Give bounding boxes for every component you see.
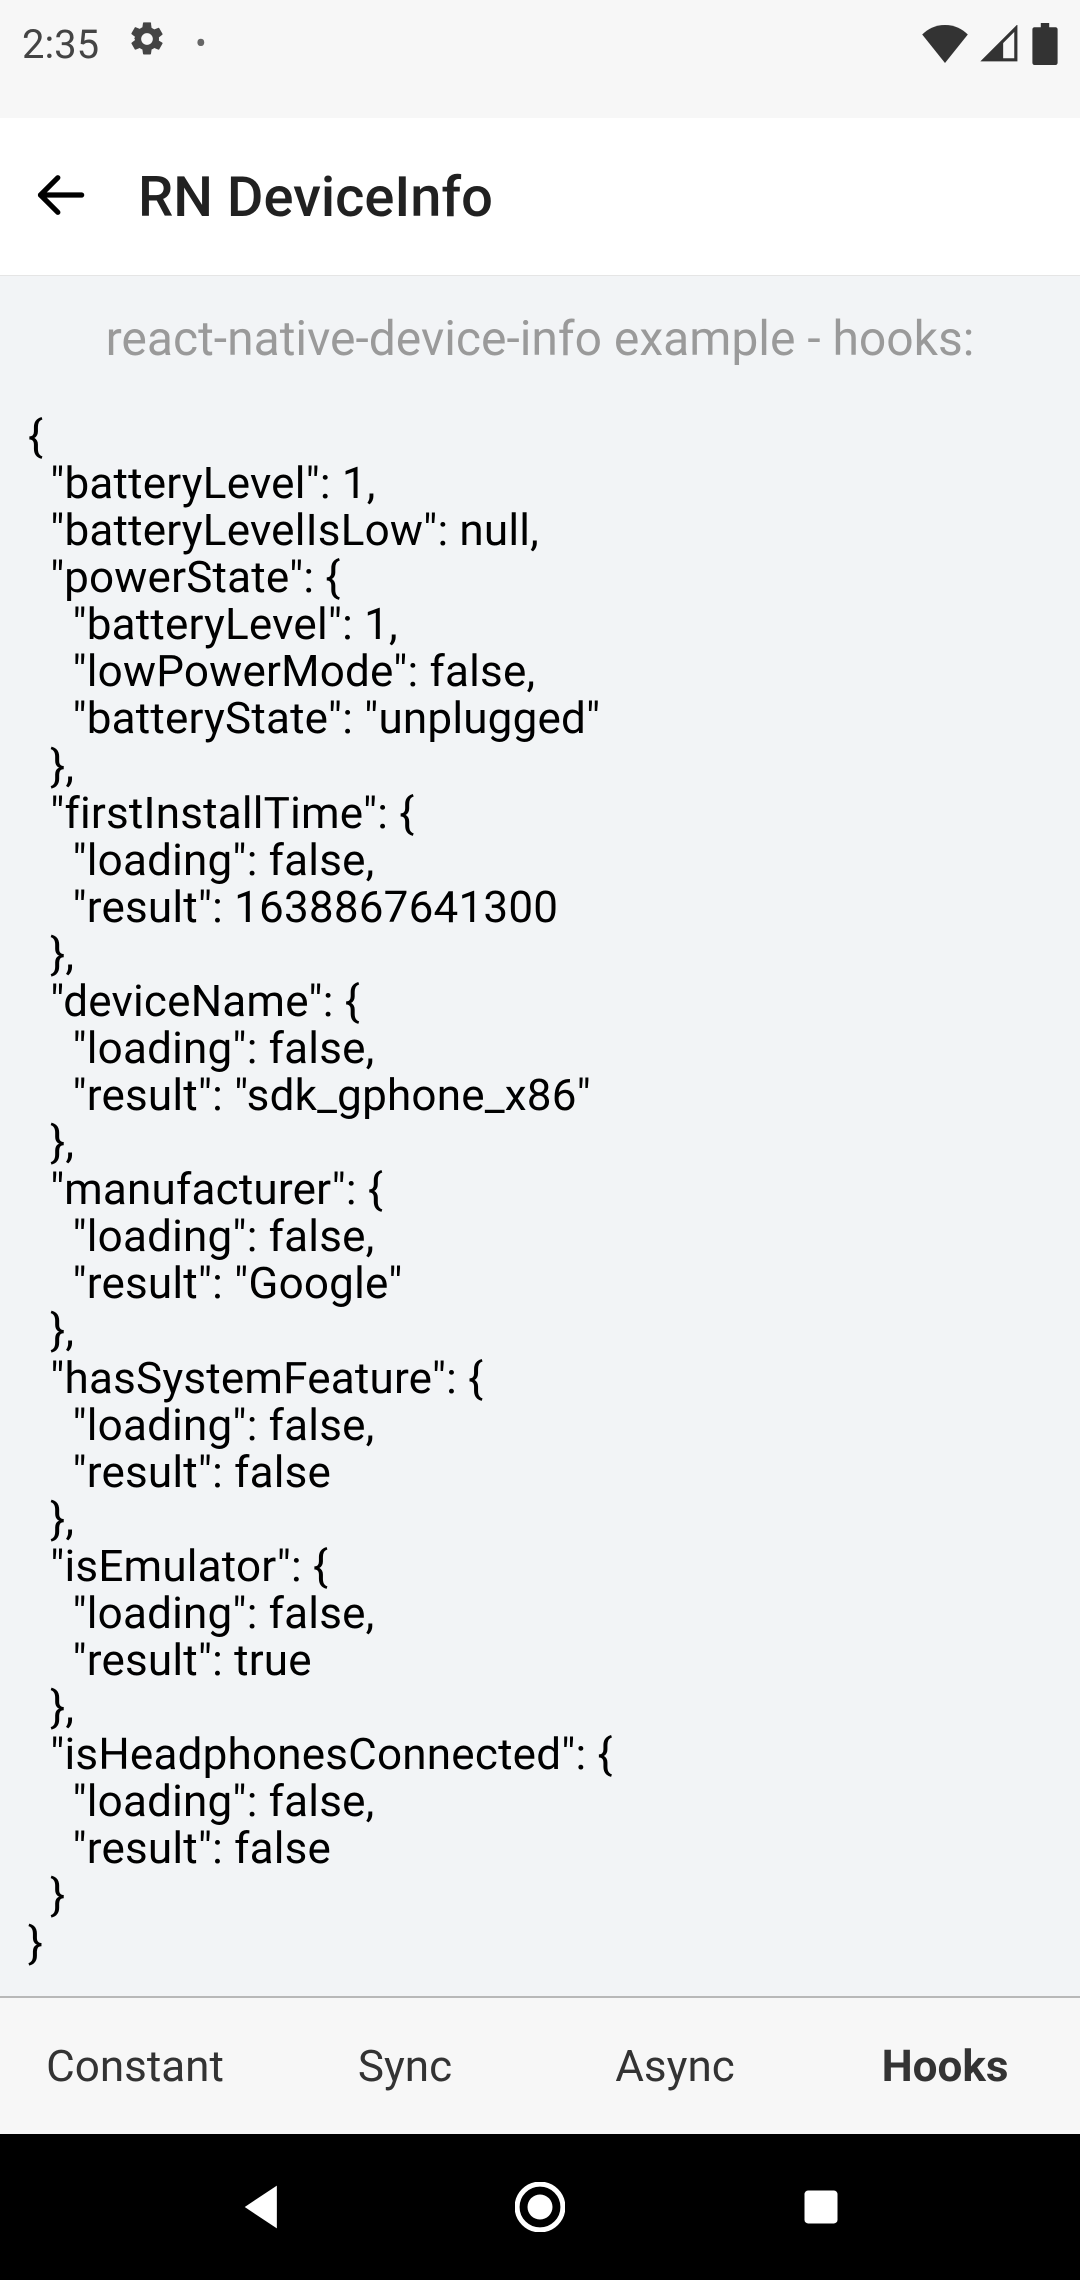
app-title: RN DeviceInfo — [138, 164, 493, 230]
dot-icon: • — [195, 27, 206, 61]
tab-label: Sync — [358, 2040, 452, 2092]
tab-label: Hooks — [882, 2040, 1009, 2092]
nav-recent-button[interactable] — [799, 2185, 843, 2229]
status-bar: 2:35 • — [0, 0, 1080, 118]
status-left: 2:35 • — [22, 19, 207, 69]
nav-back-button[interactable] — [237, 2182, 281, 2232]
gear-icon — [127, 19, 167, 69]
tab-constant[interactable]: Constant — [0, 1998, 270, 2134]
tab-sync[interactable]: Sync — [270, 1998, 540, 2134]
device-info-json: { "batteryLevel": 1, "batteryLevelIsLow"… — [28, 413, 1052, 1967]
battery-icon — [1032, 23, 1058, 65]
example-heading: react-native-device-info example - hooks… — [28, 310, 1052, 367]
signal-icon — [980, 25, 1020, 63]
status-right — [922, 23, 1058, 65]
back-button[interactable] — [34, 169, 86, 225]
tab-async[interactable]: Async — [540, 1998, 810, 2134]
wifi-icon — [922, 25, 968, 63]
status-time: 2:35 — [22, 21, 99, 68]
tab-hooks[interactable]: Hooks — [810, 1998, 1080, 2134]
app-header: RN DeviceInfo — [0, 118, 1080, 276]
content-area[interactable]: react-native-device-info example - hooks… — [0, 276, 1080, 1996]
android-nav-bar — [0, 2134, 1080, 2280]
nav-home-button[interactable] — [515, 2182, 565, 2232]
tab-label: Constant — [46, 2040, 224, 2092]
tab-bar: Constant Sync Async Hooks — [0, 1996, 1080, 2134]
tab-label: Async — [615, 2040, 735, 2092]
